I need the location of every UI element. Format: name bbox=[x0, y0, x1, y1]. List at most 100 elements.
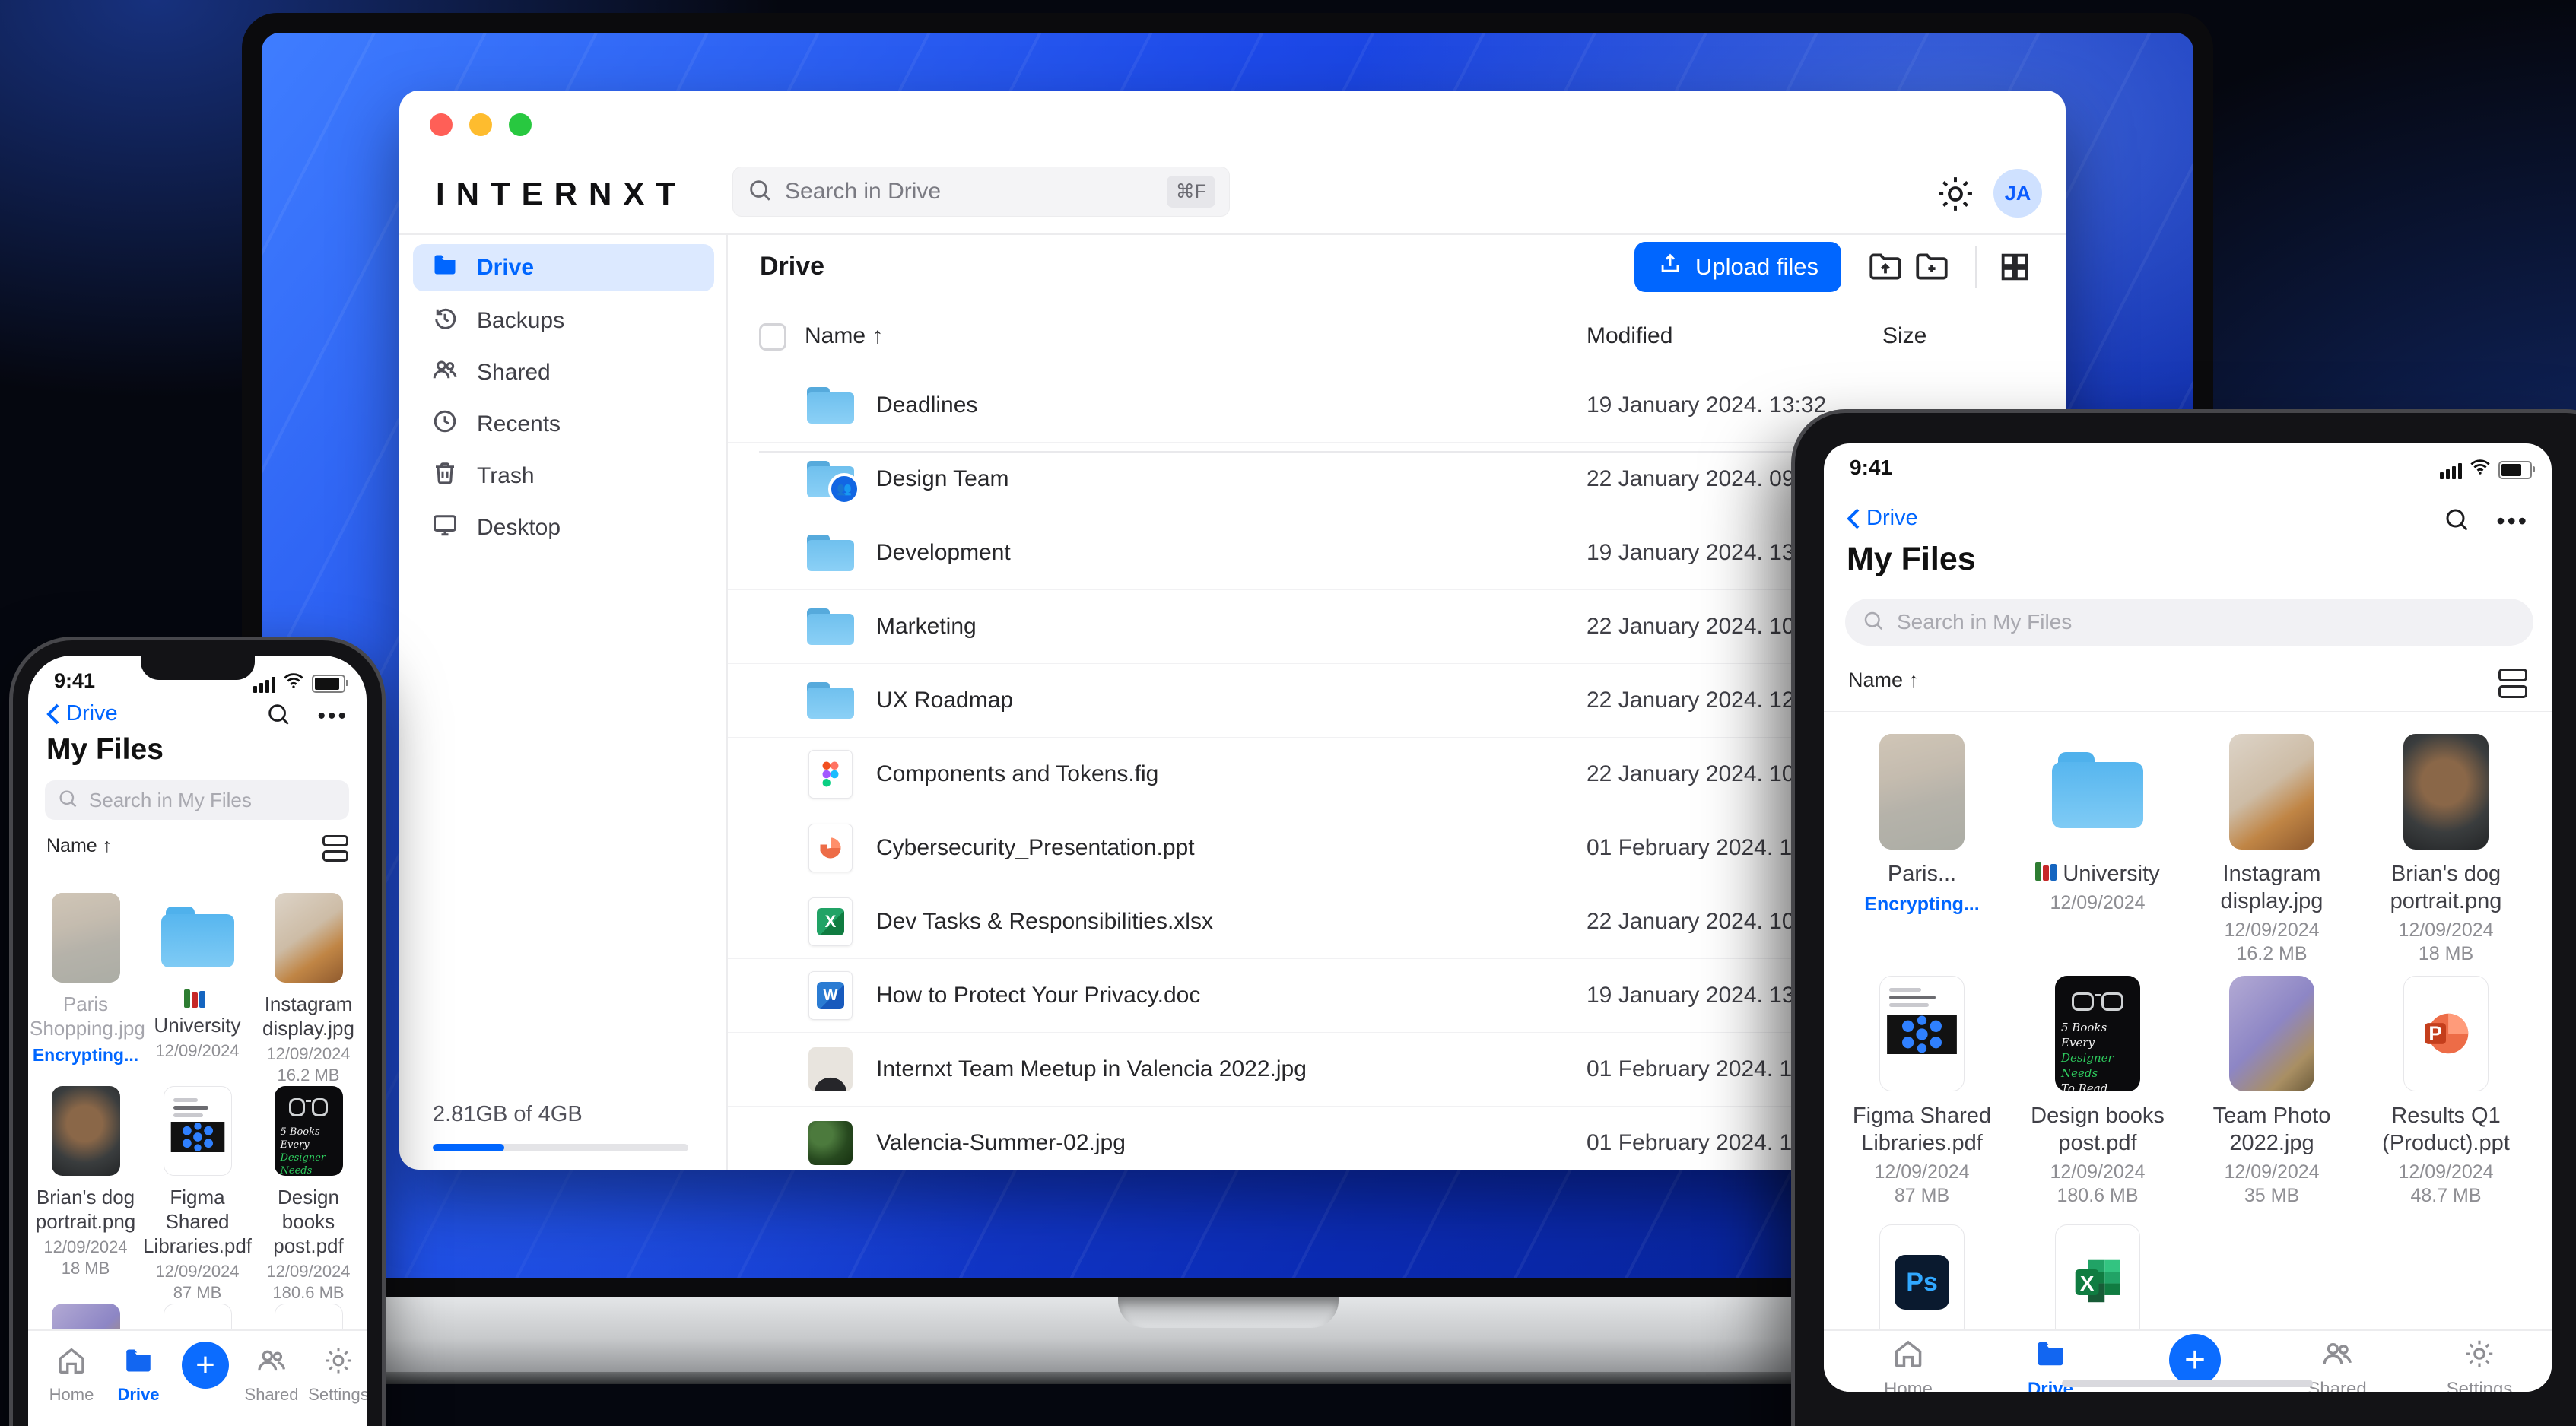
list-view-toggle-icon[interactable] bbox=[322, 835, 348, 862]
backup-history-icon bbox=[431, 304, 459, 338]
sidebar-item-desktop[interactable]: Desktop bbox=[413, 504, 714, 551]
photo-thumbnail bbox=[274, 893, 343, 983]
battery-icon bbox=[312, 675, 348, 693]
column-header-name[interactable]: Name ↑ bbox=[805, 323, 883, 349]
user-avatar[interactable]: JA bbox=[1993, 169, 2042, 218]
shared-folder-icon: 👥 bbox=[806, 461, 860, 505]
drive-search-bar[interactable]: ⌘F bbox=[732, 167, 1230, 217]
pdf-thumbnail bbox=[163, 1086, 232, 1176]
phone-status-bar: 9:41 bbox=[28, 666, 367, 697]
file-card[interactable]: Figma Shared Libraries.pdf 12/09/2024 87 … bbox=[141, 1086, 253, 1304]
phone-device: 9:41 Drive ••• My Files Search in My Fil… bbox=[13, 640, 382, 1426]
storage-progress-fill bbox=[433, 1144, 505, 1151]
list-view-toggle-icon[interactable] bbox=[2498, 669, 2527, 698]
sidebar-item-shared[interactable]: Shared bbox=[413, 349, 714, 396]
sidebar-item-drive[interactable]: Drive bbox=[413, 244, 714, 291]
file-name: Figma Shared Libraries.pdf bbox=[142, 1186, 253, 1257]
file-modified: 01 February 2024. 12:3 bbox=[1587, 835, 1824, 860]
file-name: Design books post.pdf bbox=[2031, 1104, 2165, 1155]
home-indicator[interactable] bbox=[2062, 1380, 2313, 1387]
folder-icon bbox=[160, 907, 234, 967]
file-name: UX Roadmap bbox=[876, 688, 1014, 713]
files-search-input[interactable] bbox=[1895, 609, 2517, 635]
laptop-lid-notch bbox=[1118, 1297, 1339, 1328]
file-card[interactable]: Paris... Encrypting... bbox=[1838, 734, 2006, 916]
phone-tab-bar: Home Drive + Shared Settings bbox=[28, 1329, 367, 1426]
back-button[interactable]: Drive bbox=[45, 701, 118, 726]
file-date: 12/09/2024 bbox=[155, 1041, 240, 1060]
sort-by-name[interactable]: Name ↑ bbox=[46, 835, 112, 856]
tab-settings[interactable]: Settings bbox=[297, 1345, 367, 1405]
divider bbox=[1824, 711, 2552, 712]
file-card[interactable]: Brian's dog portrait.png 12/09/2024 18 MB bbox=[2362, 734, 2530, 966]
files-search-bar[interactable] bbox=[1845, 599, 2533, 646]
file-modified: 19 January 2024. 13:34 bbox=[1587, 540, 1827, 565]
folder-card[interactable]: University 12/09/2024 bbox=[2014, 734, 2181, 915]
file-card[interactable]: Paris Shopping.jpg Encrypting... bbox=[30, 893, 145, 1066]
column-header-size[interactable]: Size bbox=[1882, 323, 1926, 349]
upload-files-button[interactable]: Upload files bbox=[1634, 242, 1841, 292]
sidebar: Drive Backups Shared Recents Trash Deskt… bbox=[399, 235, 728, 1170]
search-icon[interactable] bbox=[2443, 506, 2470, 537]
upload-icon bbox=[1657, 251, 1683, 283]
cellular-signal-icon bbox=[2440, 463, 2462, 479]
file-card[interactable]: Brian's dog portrait.png 12/09/2024 18 MB bbox=[30, 1086, 141, 1279]
file-card[interactable]: 5 Books EveryDesigner NeedsTo Read Desig… bbox=[2014, 976, 2181, 1208]
add-button[interactable]: + bbox=[2169, 1334, 2221, 1386]
tablet-nav-bar: Drive ••• bbox=[1824, 501, 2552, 538]
file-card[interactable]: Instagram display.jpg 12/09/2024 16.2 MB bbox=[2188, 734, 2355, 966]
sort-row: Name ↑ bbox=[46, 835, 348, 865]
svg-text:P: P bbox=[2428, 1022, 2441, 1045]
pdf-thumbnail: 5 Books EveryDesigner NeedsTo Read bbox=[274, 1086, 343, 1176]
close-window-button[interactable] bbox=[430, 113, 453, 136]
back-button[interactable]: Drive bbox=[1845, 506, 1918, 531]
zoom-window-button[interactable] bbox=[509, 113, 532, 136]
tab-home[interactable]: Home bbox=[1866, 1337, 1950, 1392]
tab-drive[interactable]: Drive bbox=[97, 1345, 180, 1405]
file-card[interactable]: Team Photo 2022.jpg 12/09/2024 35 MB bbox=[2188, 976, 2355, 1208]
sidebar-item-label: Recents bbox=[477, 411, 561, 437]
file-card[interactable]: 5 Books EveryDesigner NeedsTo Read Desig… bbox=[253, 1086, 364, 1304]
excel-file-icon: X bbox=[806, 897, 855, 946]
file-name: Team Photo 2022.jpg bbox=[2212, 1104, 2331, 1155]
sidebar-item-backups[interactable]: Backups bbox=[413, 297, 714, 345]
more-options-icon[interactable]: ••• bbox=[2496, 507, 2529, 535]
file-name: Instagram display.jpg bbox=[2220, 862, 2323, 913]
files-search-bar[interactable] bbox=[45, 780, 349, 820]
file-meta: 12/09/2024 35 MB bbox=[2224, 1161, 2320, 1206]
glasses-graphic bbox=[288, 1098, 329, 1118]
new-folder-button[interactable] bbox=[1909, 244, 1955, 290]
file-card[interactable]: P Results Q1 (Product).ppt 12/09/2024 48.… bbox=[2362, 976, 2530, 1208]
minimize-window-button[interactable] bbox=[469, 113, 492, 136]
sidebar-item-label: Trash bbox=[477, 463, 535, 488]
encrypting-status: Encrypting... bbox=[32, 1045, 139, 1065]
search-icon[interactable] bbox=[265, 701, 291, 731]
file-name: How to Protect Your Privacy.doc bbox=[876, 983, 1201, 1008]
file-modified: 01 February 2024. 12:3 bbox=[1587, 1056, 1824, 1081]
upload-folder-button[interactable] bbox=[1863, 244, 1908, 290]
files-search-input[interactable] bbox=[87, 787, 345, 813]
drive-search-input[interactable] bbox=[783, 178, 1167, 205]
sort-by-name[interactable]: Name ↑ bbox=[1848, 669, 1919, 691]
phone-screen: 9:41 Drive ••• My Files Search in My Fil… bbox=[28, 656, 367, 1426]
sidebar-item-recents[interactable]: Recents bbox=[413, 401, 714, 448]
file-card[interactable]: Instagram display.jpg 12/09/2024 16.2 MB bbox=[253, 893, 364, 1086]
file-card[interactable]: Ps bbox=[1838, 1224, 2006, 1340]
folder-icon bbox=[806, 682, 855, 719]
folder-card[interactable]: University 12/09/2024 bbox=[141, 893, 253, 1062]
folder-label: University bbox=[2014, 860, 2181, 888]
settings-gear-button[interactable] bbox=[1934, 173, 1977, 215]
file-card[interactable]: X bbox=[2014, 1224, 2181, 1340]
select-all-checkbox[interactable] bbox=[759, 323, 786, 351]
more-options-icon[interactable]: ••• bbox=[317, 703, 348, 729]
file-name: Figma Shared Libraries.pdf bbox=[1852, 1104, 1992, 1155]
sidebar-item-trash[interactable]: Trash bbox=[413, 453, 714, 500]
tab-settings[interactable]: Settings bbox=[2438, 1337, 2521, 1392]
file-card[interactable]: Figma Shared Libraries.pdf 12/09/2024 87 … bbox=[1838, 976, 2006, 1208]
column-header-modified[interactable]: Modified bbox=[1587, 323, 1672, 349]
folder-icon bbox=[2052, 752, 2143, 828]
add-button[interactable]: + bbox=[182, 1342, 229, 1389]
grid-view-button[interactable] bbox=[1992, 244, 2038, 290]
search-icon bbox=[57, 788, 78, 813]
excel-thumbnail: X bbox=[2055, 1224, 2140, 1340]
